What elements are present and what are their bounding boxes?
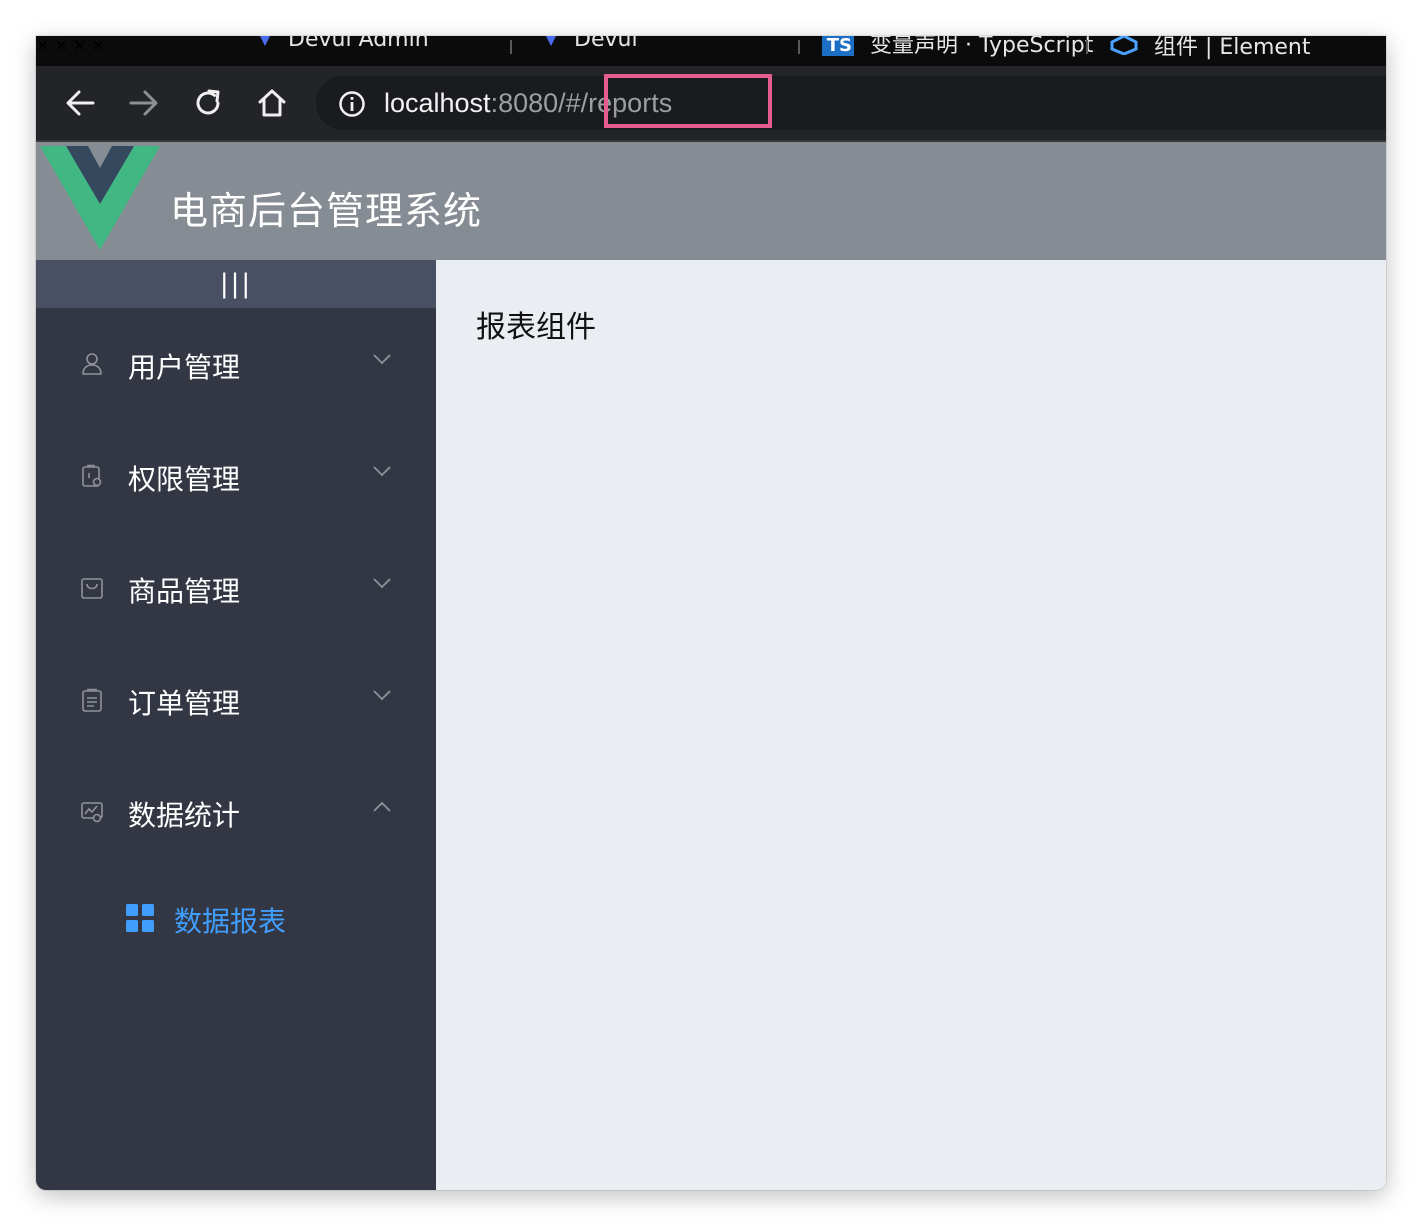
main-content: 报表组件	[436, 260, 1386, 1190]
menu-item-permission-management[interactable]: 权限管理	[36, 420, 436, 532]
menu-label: 订单管理	[128, 687, 241, 720]
tab-close-icon[interactable]: ✕	[92, 36, 105, 55]
element-favicon-icon	[1110, 36, 1138, 55]
tab-close-icon[interactable]: ✕	[55, 36, 68, 55]
menu-label: 数据统计	[128, 799, 241, 832]
chevron-down-icon	[373, 690, 391, 701]
reload-button[interactable]	[189, 84, 227, 122]
tab-close-icon[interactable]: ✕	[36, 36, 49, 55]
chevron-down-icon	[373, 354, 391, 365]
menu-item-goods-management[interactable]: 商品管理	[36, 532, 436, 644]
url-host: localhost	[384, 88, 491, 118]
page-heading: 报表组件	[476, 310, 596, 345]
vue-favicon-icon	[544, 36, 558, 46]
tab-typescript[interactable]: TS 变量声明 · TypeScript	[822, 36, 1093, 58]
tab-devui[interactable]: Devui	[544, 36, 638, 54]
typescript-favicon-icon: TS	[822, 36, 854, 56]
menu-item-user-management[interactable]: 用户管理	[36, 308, 436, 420]
menu-label: 商品管理	[128, 575, 241, 608]
menu-item-data-statistics[interactable]: 数据统计	[36, 756, 436, 868]
data-analysis-icon	[81, 802, 103, 823]
reload-icon	[196, 89, 220, 115]
app-title: 电商后台管理系统	[170, 189, 483, 233]
tab-strip: Devui Admin ✕ Devui ✕ TS 变量声明 · TypeScri…	[36, 36, 1386, 66]
chevron-down-icon	[373, 578, 391, 589]
user-icon	[82, 353, 102, 375]
goods-icon	[81, 578, 103, 599]
url-highlight-box	[604, 74, 772, 128]
submenu-label: 数据报表	[174, 905, 287, 938]
menu-label: 权限管理	[128, 463, 241, 496]
vue-logo-icon	[40, 146, 160, 250]
tab-separator	[510, 40, 512, 54]
tab-close-icon[interactable]: ✕	[73, 36, 86, 55]
app-header: 电商后台管理系统	[36, 142, 1386, 260]
sidebar: ||| 用户管理 权限管理 商品管理 订单管理 数据统计 数据报表	[36, 260, 436, 1190]
home-button[interactable]	[253, 84, 291, 122]
chevron-up-icon	[373, 801, 391, 812]
home-icon	[258, 89, 286, 117]
lock-icon	[82, 464, 102, 487]
menu-grid-icon	[126, 904, 154, 932]
tab-devui-admin[interactable]: Devui Admin	[258, 36, 429, 54]
menu-label: 用户管理	[128, 351, 241, 384]
back-button[interactable]	[61, 84, 99, 122]
submenu-item-data-report[interactable]: 数据报表	[36, 868, 436, 958]
tab-separator	[1086, 40, 1088, 54]
arrow-right-icon	[129, 90, 158, 116]
forward-button[interactable]	[125, 84, 163, 122]
tab-separator	[798, 40, 800, 54]
order-icon	[82, 688, 102, 712]
tab-element[interactable]: 组件 | Element	[1110, 36, 1310, 60]
menu-item-order-management[interactable]: 订单管理	[36, 644, 436, 756]
chevron-down-icon	[373, 466, 391, 477]
browser-window: Devui Admin ✕ Devui ✕ TS 变量声明 · TypeScri…	[36, 36, 1386, 1190]
arrow-left-icon	[66, 90, 95, 116]
info-icon[interactable]	[338, 90, 366, 118]
address-bar[interactable]: localhost:8080/#/reports	[316, 76, 1386, 130]
sidebar-toggle-button[interactable]: |||	[36, 260, 436, 308]
vue-favicon-icon	[258, 36, 272, 46]
